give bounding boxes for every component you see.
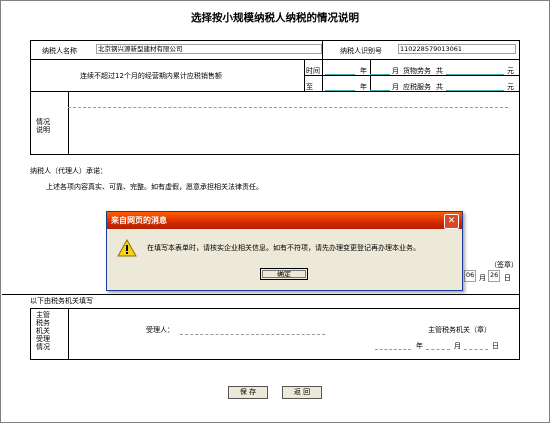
office-year-char: 年 xyxy=(416,342,423,350)
start-month-input[interactable] xyxy=(370,66,390,75)
taxpayer-id-label: 纳税人识别号 xyxy=(340,47,382,55)
taxpayer-name-label: 纳税人名称 xyxy=(42,47,77,55)
promise-day-char: 日 xyxy=(504,274,511,282)
authority-label: 主管税务机关（章） xyxy=(428,326,491,334)
year-char: 年 xyxy=(360,67,367,75)
sign-label: （签章） xyxy=(490,261,518,269)
promise-heading: 纳税人（代理人）承诺： xyxy=(30,167,107,175)
total-char: 共 xyxy=(436,67,443,75)
office-month-char: 月 xyxy=(454,342,461,350)
month-char-2: 月 xyxy=(392,83,399,91)
yuan-char-2: 元 xyxy=(507,83,514,91)
services-label: 应税服务 xyxy=(403,83,431,91)
month-char: 月 xyxy=(392,67,399,75)
year-char-2: 年 xyxy=(360,83,367,91)
yuan-char: 元 xyxy=(507,67,514,75)
end-month-input[interactable] xyxy=(370,82,390,91)
promise-body: 上述各项内容真实、可靠、完整。如有虚假，愿意承担相关法律责任。 xyxy=(46,183,263,191)
save-button[interactable]: 保 存 xyxy=(228,386,268,399)
sign-month-field[interactable]: 06 xyxy=(464,270,476,282)
to-label: 至 xyxy=(306,83,313,91)
office-day-char: 日 xyxy=(492,342,499,350)
acceptor-label: 受理人： xyxy=(146,326,174,334)
dialog-titlebar: 来自网页的消息 ✕ xyxy=(107,212,462,229)
situation-label: 情况 说明 xyxy=(36,118,50,134)
office-year-line xyxy=(375,348,411,350)
services-amount-input[interactable] xyxy=(446,82,504,91)
goods-amount-input[interactable] xyxy=(446,66,504,75)
taxpayer-name-field[interactable]: 北京钢兴源新型建材有限公司 xyxy=(96,44,322,54)
sales-description: 连续不超过12个月的经营期内累计应税销售额 xyxy=(80,72,222,80)
situation-input[interactable] xyxy=(68,106,508,108)
dialog-title: 来自网页的消息 xyxy=(111,216,167,225)
back-button[interactable]: 返 回 xyxy=(282,386,322,399)
acceptor-line xyxy=(180,333,325,335)
page-title: 选择按小规模纳税人纳税的情况说明 xyxy=(191,12,359,24)
close-icon[interactable]: ✕ xyxy=(444,214,459,229)
office-month-line xyxy=(426,348,450,350)
promise-month-char: 月 xyxy=(479,274,486,282)
office-side-label: 主管 税务 机关 受理 情况 xyxy=(36,311,50,351)
dialog-message: 在填写本表单时，请核实企业相关信息。如有不符项，请先办理变更登记再办理本业务。 xyxy=(147,244,420,252)
sign-day-field[interactable]: 26 xyxy=(488,270,500,282)
time-label: 时间 xyxy=(306,67,320,75)
total-char-2: 共 xyxy=(436,83,443,91)
start-year-input[interactable] xyxy=(325,66,355,75)
goods-label: 货物劳务 xyxy=(403,67,431,75)
office-heading: 以下由税务机关填写 xyxy=(30,297,93,305)
end-year-input[interactable] xyxy=(325,82,355,91)
ok-button[interactable]: 确定 xyxy=(260,268,308,280)
alert-dialog: 来自网页的消息 ✕ 在填写本表单时，请核实企业相关信息。如有不符项，请先办理变更… xyxy=(106,211,463,291)
taxpayer-id-field[interactable]: 110228579013061 xyxy=(398,44,516,54)
office-day-line xyxy=(464,348,488,350)
warning-icon xyxy=(117,239,137,257)
